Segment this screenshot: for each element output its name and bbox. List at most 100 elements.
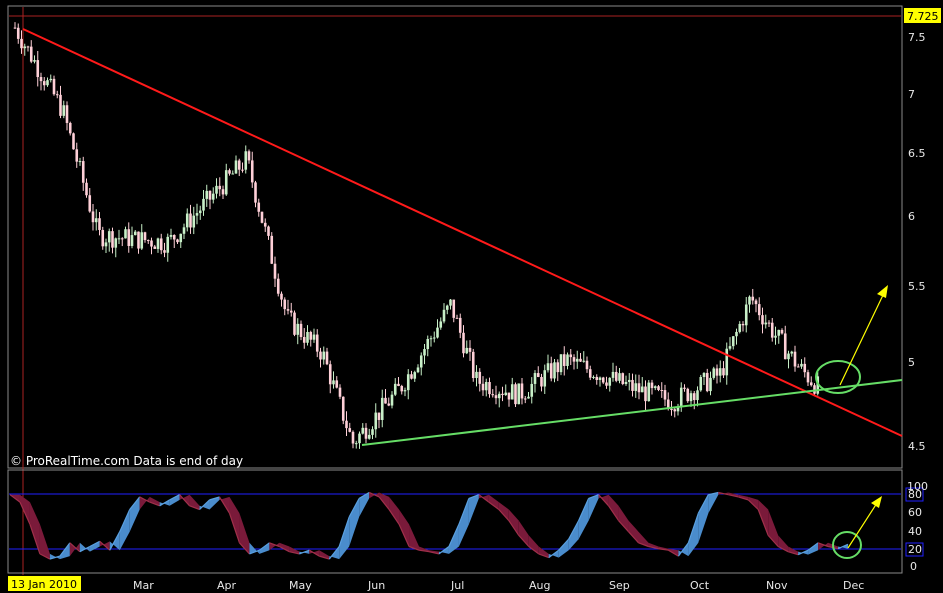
candle-body [166,236,170,253]
candle-body [156,238,160,249]
candle-body [670,408,673,410]
candle-body [530,383,534,397]
candle-body [575,358,579,362]
candle-body [692,393,696,401]
candle-body [218,185,222,190]
candle-body [696,390,699,401]
candle-body [172,235,176,240]
candle-body [588,369,592,378]
candle-body [371,429,374,435]
candle-body [65,105,69,123]
candle-body [657,386,660,391]
candle-body [546,363,550,371]
candle-body [387,403,391,406]
candle-body [276,278,280,294]
candle-body [133,231,137,236]
candle-body [634,383,638,391]
candle-body [660,390,664,392]
candle-body [566,354,569,366]
candle-body [712,368,716,378]
stoch-tick-80: 80 [908,488,922,501]
candle-body [146,240,150,242]
candle-body [640,386,644,393]
candle-body [325,351,329,365]
candle-body [39,77,43,82]
candle-body [621,373,625,384]
candle-body [475,371,478,379]
y-tick-5: 5 [908,356,915,369]
candle-body [780,329,784,334]
candle-body [117,238,121,240]
candle-body [796,366,800,368]
candle-body [770,322,774,338]
candle-body [140,232,144,249]
candle-body [790,351,794,354]
candle-body [507,392,511,400]
candle-body [354,443,358,445]
x-tick-apr: Apr [217,579,237,592]
candle-body [523,398,527,400]
candle-body [315,334,319,352]
candle-body [85,182,88,196]
candle-body [185,213,189,228]
candle-body [309,331,313,340]
candle-body [348,428,352,432]
candle-body [579,358,582,362]
candle-body [335,380,339,388]
candle-body [182,227,186,234]
candle-body [137,231,140,249]
date-badge: 13 Jan 2010 [11,578,77,591]
candle-body [397,383,400,387]
candle-body [432,337,436,339]
candle-body [224,170,228,195]
candle-body [540,376,543,387]
candle-body [101,229,105,247]
candle-body [488,382,491,395]
candle-body [120,238,124,240]
candle-body [159,238,163,251]
candle-body [559,354,563,373]
candle-body [663,390,667,400]
x-tick-mar: Mar [133,579,154,592]
candle-body [332,380,335,385]
candle-body [42,81,46,86]
candle-body [215,185,218,194]
candle-body [436,327,439,338]
candle-body [715,368,719,376]
candle-body [631,379,634,391]
candle-body [653,386,657,389]
candle-body [800,363,803,367]
candle-body [449,299,452,306]
candle-body [751,296,755,301]
candle-body [312,334,316,340]
candle-body [423,349,426,356]
candle-body [598,377,602,380]
candle-body [689,393,693,402]
candle-body [150,240,153,247]
candle-body [741,323,745,326]
candle-body [153,246,157,249]
x-tick-sep: Sep [609,579,630,592]
candle-body [62,105,66,116]
candle-body [211,193,215,200]
candle-body [624,381,628,384]
candle-body [296,323,300,335]
candle-body [637,383,641,393]
candle-body [351,431,355,444]
candle-body [494,395,498,399]
candle-body [725,348,729,376]
candle-body [452,299,456,318]
candle-body [286,309,290,311]
candle-body [364,427,368,439]
candle-body [198,210,202,214]
candle-body [562,354,566,366]
candle-body [686,388,690,402]
candle-body [572,357,576,362]
last-price-badge: 7.725 [907,10,939,23]
x-tick-jul: Jul [450,579,464,592]
candle-body [143,232,147,241]
candle-body [806,372,810,383]
candle-body [16,27,20,39]
candle-body [614,371,618,381]
x-tick-jun: Jun [367,579,385,592]
